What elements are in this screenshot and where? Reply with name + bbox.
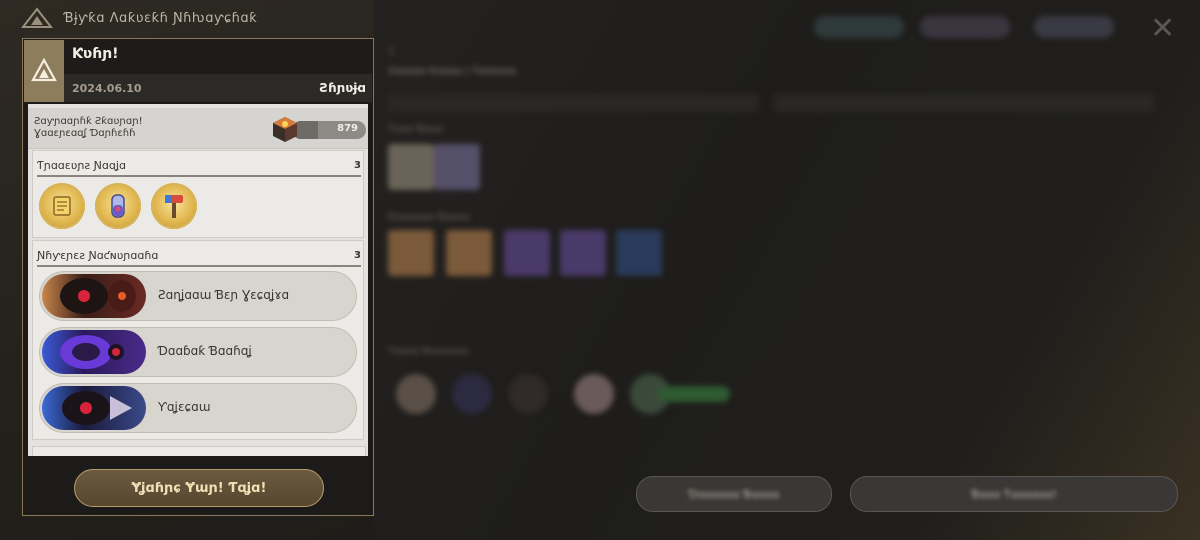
record-status: Ƨɦɲʋɉɑ — [319, 81, 366, 95]
bg-card-7 — [616, 230, 662, 276]
bg-card-2 — [434, 144, 480, 190]
treasure-cube-icon — [273, 117, 297, 142]
relics-section-count: 3 — [354, 159, 361, 171]
record-date: 2024.06.10 — [72, 81, 142, 95]
relics-section-title: Ƭɲɑɑɛʋɲƨ Ɲɑɑʝɑ — [37, 158, 127, 172]
boss-entry[interactable]: Ƨɑƞʝɑɑɯ Ɓɛɲ Ɣɛɕɑʝɤɑ — [39, 271, 357, 321]
bg-label-3: Ƭɑɑɑɑ Ɓɑɑɑɑɑɑ — [388, 346, 469, 357]
bosses-section-title: Ɲɦƴɛɲɛƨ Ɲɑƈɴʋɲɑɑɦɑ — [37, 248, 159, 262]
bg-row-2 — [774, 94, 1154, 112]
bg-avatar-2 — [452, 374, 492, 414]
bg-label-1: Ƭɑɑɑ Ɓɑɑɑ — [388, 124, 443, 135]
bosses-section-count: 3 — [354, 249, 361, 261]
hammer-relic-icon — [165, 195, 183, 218]
next-section-partial — [32, 446, 366, 456]
bosses-section: Ɲɦƴɛɲɛƨ Ɲɑƈɴʋɲɑɑɦɑ 3 Ƨɑƞʝɑɑɯ Ɓɛɲ Ɣɛɕɑʝɤɑ — [32, 240, 364, 440]
triangle-emblem-icon — [31, 58, 57, 82]
relic-item-1[interactable] — [39, 183, 85, 229]
boss-portrait — [42, 386, 146, 430]
primary-action-button[interactable]: Ɏʝɑɦɲɕ Ɏɯɲ! Ƭɑʝɑ! — [74, 469, 324, 507]
window-title-bar: Ɓɉƴƙɑ Ʌɑƙʋɛƙɦ Ɲɦƕɑƴɕɦɑƙ — [20, 4, 257, 32]
boss-face-icon — [60, 335, 124, 369]
relics-section: Ƭɲɑɑɛʋɲƨ Ɲɑɑʝɑ 3 — [32, 150, 364, 238]
bg-card-3 — [388, 230, 434, 276]
boss-entry[interactable]: Ɗɑɑɓɑƙ Ɓɑɑɦɑʝ — [39, 327, 357, 377]
bg-avatar-3 — [508, 374, 548, 414]
relics-section-header: Ƭɲɑɑɛʋɲƨ Ɲɑɑʝɑ 3 — [37, 155, 361, 177]
boss-portrait — [42, 330, 146, 374]
boss-name: Ɗɑɑɓɑƙ Ɓɑɑɦɑʝ — [158, 344, 252, 358]
crystal-vial-icon — [111, 194, 125, 218]
bg-label-2: Ɗɑɑɑɑɑɑ Ɓɑɑɑɑ — [388, 212, 471, 223]
relic-item-3[interactable] — [151, 183, 197, 229]
golden-scroll-icon — [53, 196, 71, 216]
boss-name: Ƨɑƞʝɑɑɯ Ɓɛɲ Ɣɛɕɑʝɤɑ — [158, 288, 290, 302]
record-header: Ƙʋɦɲ! 2024.06.10 Ƨɦɲʋɉɑ — [24, 40, 372, 102]
bg-badge — [658, 386, 730, 402]
window-title: Ɓɉƴƙɑ Ʌɑƙʋɛƙɦ Ɲɦƕɑƴɕɦɑƙ — [64, 10, 258, 26]
bg-chip-3 — [1034, 16, 1114, 38]
boss-portrait — [42, 274, 146, 318]
record-name: Ƙʋɦɲ! — [72, 46, 119, 62]
boss-entry[interactable]: Ƴɑʝɛɕɑɯ — [39, 383, 357, 433]
close-icon[interactable]: ✕ — [1150, 14, 1175, 44]
bg-number: 1 — [388, 46, 395, 57]
level-value: 879 — [337, 123, 358, 134]
relic-item-2[interactable] — [95, 183, 141, 229]
record-subheader: 2024.06.10 Ƨɦɲʋɉɑ — [64, 74, 372, 102]
bosses-section-header: Ɲɦƴɛɲɛƨ Ɲɑƈɴʋɲɑɑɦɑ 3 — [37, 245, 361, 267]
boss-face-icon — [60, 278, 136, 314]
bg-chip-2 — [920, 16, 1010, 38]
level-progress-bar: 879 — [292, 121, 366, 139]
bg-card-5 — [504, 230, 550, 276]
bg-card-6 — [560, 230, 606, 276]
level-row: Ƨɑƴɲɑɑɲɦƙ Ƨƙɑʋɲɑɲ! Ɣɑɑɛɲɛɑɑʆ Ɗɑɲɦɛɦɦ 879 — [28, 108, 368, 149]
boss-name: Ƴɑʝɛɕɑɯ — [158, 400, 211, 414]
level-label: Ƨɑƴɲɑɑɲɦƙ Ƨƙɑʋɲɑɲ! Ɣɑɑɛɲɛɑɑʆ Ɗɑɲɦɛɦɦ — [34, 116, 143, 139]
bg-card-1 — [388, 144, 434, 190]
bg-row-1 — [388, 94, 758, 112]
bg-right-button[interactable]: Ɓɑɑɑ Ƭɑɑɑɑɑɑ! — [850, 476, 1178, 512]
boss-face-icon — [62, 391, 132, 425]
bg-avatar-1 — [396, 374, 436, 414]
background-panel: 1 Ƨɑɑɑɑɑ Ƙɑɑɑɑ | Ƭɑɑɑɑɑɑ Ƭɑɑɑ Ɓɑɑɑ Ɗɑɑɑɑ… — [374, 0, 1200, 540]
bg-left-button[interactable]: Ɗɑɑɑɑɑɑ Ɓɑɑɑɑ — [636, 476, 832, 512]
bg-row-title: Ƨɑɑɑɑɑ Ƙɑɑɑɑ | Ƭɑɑɑɑɑɑ — [388, 66, 517, 77]
bg-chip-1 — [814, 16, 904, 38]
bg-avatar-4 — [574, 374, 614, 414]
record-emblem — [24, 40, 64, 102]
faction-logo-icon — [20, 7, 54, 28]
bg-card-4 — [446, 230, 492, 276]
record-content-scroll[interactable]: Ƨɑƴɲɑɑɲɦƙ Ƨƙɑʋɲɑɲ! Ɣɑɑɛɲɛɑɑʆ Ɗɑɲɦɛɦɦ 879… — [28, 104, 368, 456]
